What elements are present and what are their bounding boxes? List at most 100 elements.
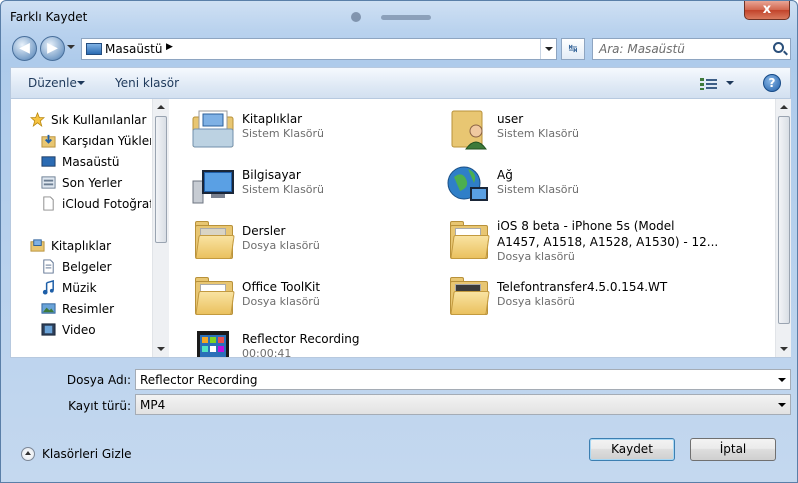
file-name: Bilgisayar	[242, 168, 301, 182]
new-folder-button[interactable]: Yeni klasör	[115, 76, 179, 90]
address-dropdown[interactable]	[540, 39, 556, 59]
title-bar-glare	[351, 12, 361, 22]
computer-icon	[192, 170, 234, 204]
scrollbar-thumb[interactable]	[155, 116, 167, 243]
sidebar-item-label: Sık Kullanılanlar	[51, 113, 147, 127]
file-list-scrollbar[interactable]	[775, 99, 791, 357]
search-input[interactable]: Ara: Masaüstü	[592, 38, 791, 60]
scroll-up-icon[interactable]	[157, 105, 165, 109]
downloads-icon	[41, 134, 56, 148]
video-icon	[41, 323, 56, 336]
sidebar-item-label: Son Yerler	[62, 176, 123, 190]
sidebar-item-music[interactable]: Müzik	[11, 278, 151, 298]
chevron-down-icon[interactable]	[726, 81, 734, 85]
list-item[interactable]: Bilgisayar Sistem Klasörü	[189, 161, 439, 211]
recent-pages-dropdown[interactable]	[67, 45, 75, 49]
filename-input[interactable]: Reflector Recording	[135, 369, 791, 390]
list-item[interactable]: Office ToolKit Dosya klasörü	[189, 273, 439, 323]
forward-button[interactable]: ▶	[40, 36, 65, 61]
save-button[interactable]: Kaydet	[589, 438, 675, 461]
file-type: Sistem Klasörü	[497, 127, 580, 140]
file-name: Telefontransfer4.5.0.154.WT	[497, 280, 668, 294]
list-item[interactable]: Telefontransfer4.5.0.154.WT Dosya klasör…	[444, 273, 694, 323]
sidebar-item-label: Müzik	[62, 281, 97, 295]
libraries-icon	[30, 239, 45, 252]
sidebar-item-label: Masaüstü	[62, 155, 120, 169]
pictures-icon	[41, 303, 56, 314]
filetype-select[interactable]: MP4	[135, 394, 791, 415]
refresh-button[interactable]: ↹	[561, 38, 585, 60]
folder-icon	[444, 217, 492, 265]
scroll-down-icon[interactable]	[780, 347, 788, 351]
search-icon[interactable]	[773, 42, 784, 53]
filename-value: Reflector Recording	[140, 373, 258, 387]
sidebar-item-favorites[interactable]: Sık Kullanılanlar	[11, 110, 151, 130]
file-type: Dosya klasörü	[497, 295, 575, 308]
list-item[interactable]: Dersler Dosya klasörü	[189, 217, 439, 267]
list-item[interactable]: Kitaplıklar Sistem Klasörü	[189, 105, 439, 155]
list-item[interactable]: iOS 8 beta - iPhone 5s (Model A1457, A15…	[444, 217, 754, 267]
sidebar-item-video[interactable]: Video	[11, 320, 151, 340]
sidebar-item-icloud-photos[interactable]: iCloud Fotoğrafla	[11, 194, 151, 214]
folder-icon	[189, 273, 237, 321]
navigation-scrollbar[interactable]	[152, 99, 169, 357]
list-item[interactable]: Ağ Sistem Klasörü	[444, 161, 694, 211]
sidebar-item-label: Kitaplıklar	[51, 239, 112, 253]
file-name: iOS 8 beta - iPhone 5s (Model A1457, A15…	[497, 219, 719, 249]
folder-icon	[189, 217, 237, 265]
change-view-icon[interactable]	[700, 77, 717, 91]
title-bar-glare	[381, 15, 431, 20]
file-type: Sistem Klasörü	[242, 127, 325, 140]
help-icon[interactable]: ?	[763, 74, 781, 92]
filetype-label: Kayıt türü:	[68, 399, 131, 413]
desktop-icon	[41, 156, 56, 167]
close-button[interactable]: x	[744, 1, 790, 20]
file-duration: 00:00:41	[242, 347, 292, 357]
sidebar-item-label: Belgeler	[62, 260, 112, 274]
video-file-icon	[197, 331, 229, 357]
sidebar-item-libraries[interactable]: Kitaplıklar	[11, 236, 151, 256]
filetype-value: MP4	[140, 398, 166, 412]
sidebar-item-pictures[interactable]: Resimler	[11, 299, 151, 319]
file-type: Sistem Klasörü	[242, 183, 325, 196]
chevron-down-icon[interactable]	[77, 81, 85, 85]
back-button[interactable]: ◀	[12, 36, 37, 61]
window-title: Farklı Kaydet	[10, 10, 88, 24]
sidebar-item-documents[interactable]: Belgeler	[11, 257, 151, 277]
cancel-button[interactable]: İptal	[690, 438, 776, 461]
file-name: Reflector Recording	[242, 332, 360, 346]
libraries-icon	[192, 110, 234, 148]
chevron-down-icon[interactable]	[778, 378, 786, 382]
file-list: Kitaplıklar Sistem Klasörü user Sistem K…	[169, 99, 776, 357]
scroll-up-icon[interactable]	[780, 105, 788, 109]
file-name: Kitaplıklar	[242, 112, 303, 126]
icloud-photos-icon	[43, 196, 54, 211]
address-bar[interactable]: Masaüstü ▶	[81, 38, 557, 60]
sidebar-item-label: Video	[62, 323, 96, 337]
sidebar-item-recent-places[interactable]: Son Yerler	[11, 173, 151, 193]
save-as-dialog: Farklı Kaydet x ◀ ▶ Masaüstü ▶ ↹ Ara: Ma…	[0, 0, 798, 483]
organize-button[interactable]: Düzenle	[28, 76, 77, 90]
list-item[interactable]: user Sistem Klasörü	[444, 105, 694, 155]
scroll-down-icon[interactable]	[157, 347, 165, 351]
browser-frame: Sık Kullanılanlar Karşıdan Yüklem Masaüs…	[10, 98, 791, 358]
desktop-icon	[86, 43, 102, 55]
sidebar-item-downloads[interactable]: Karşıdan Yüklem	[11, 131, 151, 151]
filename-label: Dosya Adı:	[66, 373, 131, 387]
file-type: Dosya klasörü	[242, 295, 320, 308]
hide-folders-label: Klasörleri Gizle	[42, 447, 132, 461]
breadcrumb-arrow[interactable]: ▶	[166, 42, 173, 52]
file-type: Dosya klasörü	[242, 239, 320, 252]
list-item[interactable]: Reflector Recording 00:00:41	[189, 325, 439, 357]
scrollbar-thumb[interactable]	[778, 116, 790, 324]
star-icon	[30, 112, 45, 127]
network-icon	[447, 166, 488, 201]
search-placeholder: Ara: Masaüstü	[599, 42, 685, 56]
chevron-down-icon[interactable]	[778, 403, 786, 407]
sidebar-item-label: Resimler	[62, 302, 115, 316]
recent-places-icon	[41, 176, 56, 189]
sidebar-item-desktop[interactable]: Masaüstü	[11, 152, 151, 172]
file-type: Dosya klasörü	[497, 250, 575, 263]
file-name: Office ToolKit	[242, 280, 321, 294]
command-bar: Düzenle Yeni klasör ?	[10, 67, 791, 98]
